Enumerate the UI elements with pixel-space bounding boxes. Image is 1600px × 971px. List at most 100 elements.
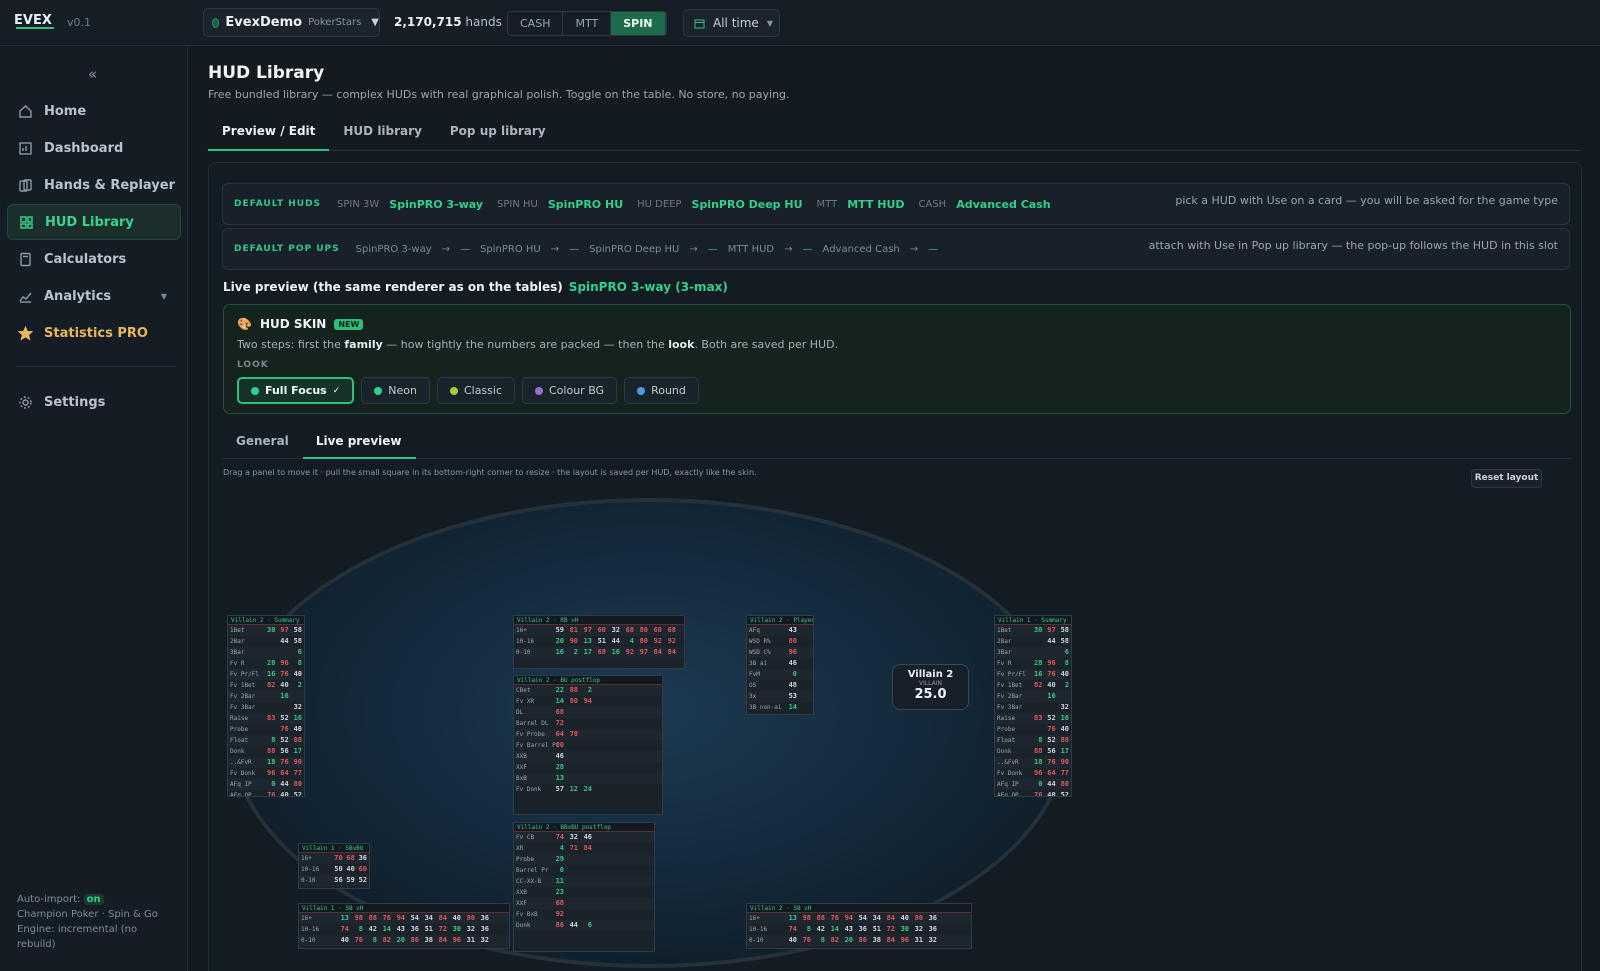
tab-hud-library[interactable]: HUD library bbox=[329, 115, 436, 151]
sidebar-item-dashboard[interactable]: Dashboard bbox=[7, 130, 181, 166]
stat-label: 16+ bbox=[301, 855, 312, 862]
popup-empty[interactable]: — bbox=[803, 244, 813, 255]
tab-general[interactable]: General bbox=[223, 427, 303, 459]
tab-preview-edit[interactable]: Preview / Edit bbox=[208, 115, 330, 151]
popup-empty[interactable]: — bbox=[928, 244, 938, 255]
stat-label: Raise bbox=[230, 715, 249, 722]
villain-seat[interactable]: Villain 2 VILLAIN 25.0 bbox=[892, 664, 969, 710]
popup-empty[interactable]: — bbox=[460, 244, 470, 255]
hud-stat-row: 16+ 70 68 36 bbox=[299, 853, 369, 864]
hud-stat-row: 1Bet 30 97 58 bbox=[228, 625, 304, 636]
stat-label: AFq IP bbox=[997, 781, 1019, 788]
stat-value: 40 bbox=[1060, 670, 1069, 678]
hud-panel-bu-postflop[interactable]: Villain 2 · BU postflop CBet 22 88 2 Fv XR 14… bbox=[513, 675, 663, 815]
look-classic[interactable]: Classic bbox=[436, 377, 515, 404]
stat-label: XR bbox=[516, 845, 524, 852]
hud-stat-row: 3B non-ai 14 bbox=[747, 702, 813, 713]
stat-value: 16 bbox=[267, 670, 276, 678]
sidebar-item-analytics[interactable]: Analytics ▼ bbox=[7, 278, 181, 314]
slot-label: SPIN HU bbox=[497, 198, 538, 210]
mode-spin[interactable]: SPIN bbox=[611, 12, 666, 35]
stat-value: 40 bbox=[293, 725, 302, 733]
stat-value: 83 bbox=[267, 714, 276, 722]
stat-label: 10-16 bbox=[301, 926, 320, 933]
stat-label: Fv XR bbox=[516, 698, 535, 705]
sidebar-item-hands[interactable]: Hands & Replayer bbox=[7, 167, 181, 203]
hud-panel-summary-left[interactable]: Villain 2 · Summary 1Bet 30 97 58 2Bar 44 58 3B… bbox=[227, 615, 305, 797]
stat-value: 71 bbox=[569, 844, 578, 852]
stat-value: 56 bbox=[280, 747, 289, 755]
hud-stat-row: 0-10 16 2 17 68 16 92 97 84 84 bbox=[514, 647, 684, 658]
hud-panel-player3[interactable]: Villain 2 · Player 3 AFq 43 WSD R% 80 WSD C%… bbox=[746, 615, 814, 715]
slot-hud[interactable]: MTT HUD bbox=[847, 198, 904, 211]
sidebar-item-home[interactable]: Home bbox=[7, 93, 181, 129]
stat-value: 46 bbox=[555, 752, 564, 760]
stat-value bbox=[1029, 702, 1042, 713]
tab-live-preview[interactable]: Live preview bbox=[302, 427, 416, 459]
stat-value: 76 bbox=[280, 758, 289, 766]
hud-panel-rb-vh[interactable]: Villain 2 · RB vH 16+ 59 81 97 60 32 68 80 68 68 1… bbox=[513, 615, 685, 669]
popup-empty[interactable]: — bbox=[569, 244, 579, 255]
mode-mtt[interactable]: MTT bbox=[563, 12, 612, 35]
hud-stat-row: Fv XR 14 80 94 bbox=[514, 696, 662, 707]
stat-value bbox=[578, 898, 592, 909]
stat-value: 90 bbox=[293, 758, 302, 766]
stat-value: 68 bbox=[653, 626, 662, 634]
hud-stat-row: Donk 88 56 17 bbox=[228, 746, 304, 757]
hud-skin-card: 🎨 HUD SKIN NEW Two steps: first the family… bbox=[223, 304, 1571, 414]
slot-hud[interactable]: SpinPRO 3-way bbox=[389, 198, 483, 211]
slot-hud[interactable]: SpinPRO HU bbox=[548, 198, 623, 211]
hud-stat-row: 10-16 20 90 13 51 44 4 80 92 92 bbox=[514, 636, 684, 647]
reset-layout-button[interactable]: Reset layout bbox=[1471, 469, 1542, 488]
stat-value bbox=[564, 909, 578, 920]
sidebar-item-label: Settings bbox=[44, 394, 106, 410]
stat-value: 30 bbox=[452, 925, 461, 933]
sidebar-item-statistics-pro[interactable]: Statistics PRO bbox=[7, 315, 181, 351]
stat-value: 8 bbox=[806, 925, 811, 933]
stat-value: 38 bbox=[424, 936, 433, 944]
look-round[interactable]: Round bbox=[624, 377, 699, 404]
hud-panel-title: Villain 1 · SBvBU bbox=[299, 844, 369, 853]
slot-label: MTT bbox=[816, 198, 838, 210]
stat-value: 76 bbox=[1047, 670, 1056, 678]
stat-value: 36 bbox=[928, 914, 937, 922]
stat-value: 18 bbox=[1034, 758, 1043, 766]
tab-popup-library[interactable]: Pop up library bbox=[436, 115, 560, 151]
account-selector[interactable]: EvexDemo PokerStars ▼ bbox=[203, 8, 380, 37]
look-full-focus[interactable]: Full Focus ✓ bbox=[237, 377, 355, 404]
stat-value: 90 bbox=[569, 637, 578, 645]
stat-value: 31 bbox=[914, 936, 923, 944]
slot-hud[interactable]: SpinPRO Deep HU bbox=[692, 198, 803, 211]
stat-label: Donk bbox=[230, 748, 245, 755]
stat-value: 96 bbox=[900, 936, 909, 944]
stat-value: 50 bbox=[334, 865, 343, 873]
sidebar-item-calculators[interactable]: Calculators bbox=[7, 241, 181, 277]
slot-hud[interactable]: Advanced Cash bbox=[956, 198, 1050, 211]
hud-panel-sb-bu[interactable]: Villain 1 · SBvBU 16+ 70 68 36 10-16 50 40 60 0-… bbox=[298, 843, 370, 889]
collapse-sidebar-icon[interactable]: « bbox=[88, 65, 97, 83]
stat-value: 40 bbox=[293, 670, 302, 678]
stat-label: Fv BxB bbox=[516, 911, 538, 918]
mode-cash[interactable]: CASH bbox=[508, 12, 564, 35]
hud-stat-row: Raise 83 52 16 bbox=[995, 713, 1071, 724]
hud-panel-sb-vh-2[interactable]: Villain 2 · SB vH 16+ 13 98 88 76 94 54 34 84 40 8… bbox=[746, 903, 972, 949]
sidebar-item-hud-library[interactable]: HUD Library bbox=[7, 204, 181, 240]
stat-label: DL bbox=[516, 709, 524, 716]
hud-stat-row: AFq IP 0 44 80 bbox=[228, 779, 304, 790]
sidebar-item-settings[interactable]: Settings bbox=[7, 384, 181, 420]
look-neon[interactable]: Neon bbox=[361, 377, 430, 404]
popup-empty[interactable]: — bbox=[708, 244, 718, 255]
look-colour-bg[interactable]: Colour BG bbox=[522, 377, 618, 404]
default-popups-row: DEFAULT POP UPS SpinPRO 3-way → — SpinPRO … bbox=[222, 228, 1570, 270]
hud-panel-summary-right[interactable]: Villain 1 · Summary 1Bet 30 97 58 2Bar 44 58 3B… bbox=[994, 615, 1072, 797]
stat-value: 68 bbox=[597, 648, 606, 656]
game-mode-toggle: CASH MTT SPIN bbox=[507, 11, 667, 36]
stat-value: 32 bbox=[466, 925, 475, 933]
time-range-dropdown[interactable]: All time ▼ bbox=[683, 9, 780, 37]
account-name: EvexDemo bbox=[225, 15, 303, 30]
hud-panel-bb-postflop[interactable]: Villain 2 · BBvBU postflop Fv CB 74 32 46 XR… bbox=[513, 822, 655, 952]
hud-stat-row: ..&FvR 18 76 90 bbox=[228, 757, 304, 768]
hud-panel-sb-vh[interactable]: Villain 1 · SB vH 16+ 13 98 88 76 94 54 34 84 40 8… bbox=[298, 903, 510, 949]
stat-value: 44 bbox=[1047, 780, 1056, 788]
default-popups-hint: attach with Use in Pop up library — the … bbox=[1148, 239, 1558, 252]
